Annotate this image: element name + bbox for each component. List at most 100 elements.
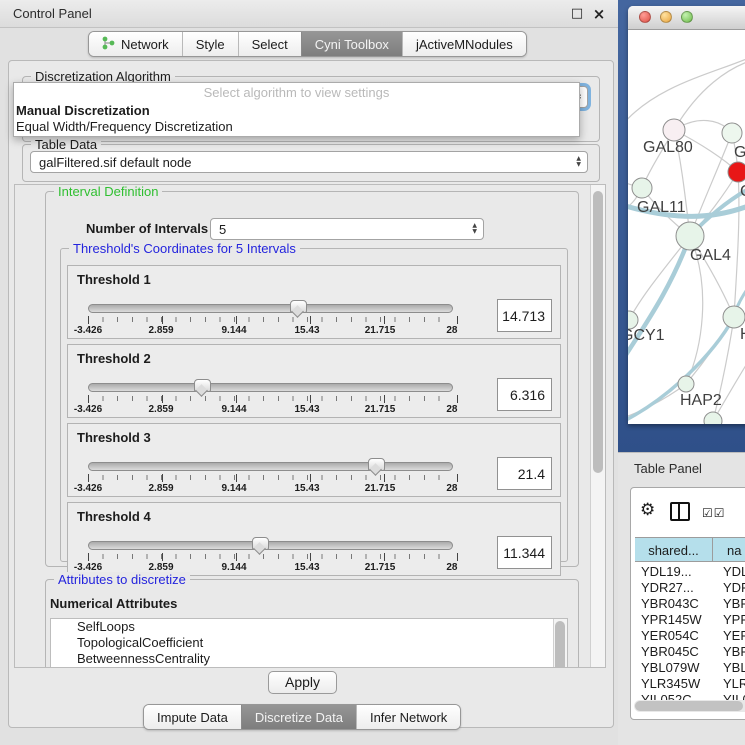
close-icon[interactable]: × [592,7,606,21]
slider-track[interactable] [88,541,453,550]
threshold-2-panel: Threshold 2 -3.426 2.859 9.144 [67,344,561,418]
table-data-combobox[interactable]: galFiltered.sif default node ▲▼ [30,151,588,173]
cell[interactable]: YDL19... [641,564,713,580]
node-bottom[interactable] [704,412,722,424]
table-row[interactable]: YDL19... YDL1 [635,564,745,580]
tab-impute-data[interactable]: Impute Data [144,705,241,729]
network-canvas[interactable]: GAL80 G. C GAL11 GAL4 GCY1 H HAP2 [628,29,745,424]
list-item[interactable]: TopologicalCoefficient [51,635,567,651]
table-row[interactable]: YLR345W YLR3 [635,676,745,692]
node-selected-red[interactable] [728,162,745,182]
slider-thumb[interactable] [252,537,269,550]
major-tick [384,395,385,403]
node-label-gal4: GAL4 [690,247,731,264]
algorithm-dropdown-popup: Select algorithm to view settings Manual… [13,82,580,137]
columns-icon[interactable] [670,502,690,521]
tab-jactivemnodules[interactable]: jActiveMNodules [402,32,526,56]
threshold-1-value-field[interactable]: 14.713 [497,299,552,332]
cell[interactable]: YBL0 [723,660,745,676]
tab-style[interactable]: Style [182,32,238,56]
list-item[interactable]: SelfLoops [51,619,567,635]
tick-label: 2.859 [148,325,173,336]
tick-label: 15.43 [294,325,319,336]
threshold-3-slider[interactable]: -3.426 2.859 9.144 15.43 21.715 28 [88,456,458,494]
table-row[interactable]: YBR045C YBR0 [635,644,745,660]
minimize-traffic-light-icon[interactable] [660,11,672,23]
major-tick [162,474,163,482]
attributes-group: Attributes to discretize Numerical Attri… [45,579,579,668]
threshold-3-value-field[interactable]: 21.4 [497,457,552,490]
slider-track[interactable] [88,462,453,471]
threshold-1-slider[interactable]: -3.426 2.859 9.144 15.43 21.715 28 [88,298,458,336]
column-header-name[interactable]: na [713,537,745,562]
cell[interactable]: YDR27... [641,580,713,596]
node-h-clipped[interactable] [723,306,745,328]
number-of-intervals-value: 5 [219,222,226,237]
cell[interactable]: YBR045C [641,644,713,660]
slider-ticks [88,475,453,480]
option-equal-width-frequency[interactable]: Equal Width/Frequency Discretization [16,119,233,134]
float-window-icon[interactable]: □ [570,7,584,21]
zoom-traffic-light-icon[interactable] [681,11,693,23]
select-columns-checkboxes-icon[interactable]: ☑☑ [702,504,726,522]
slider-track[interactable] [88,383,453,392]
slider-thumb[interactable] [290,300,307,313]
table-row[interactable]: YDR27... YDR2 [635,580,745,596]
node-hap2[interactable] [678,376,694,392]
tab-cyni-toolbox-label: Cyni Toolbox [315,37,389,52]
table-row[interactable]: YBL079W YBL0 [635,660,745,676]
cell[interactable]: YPR1 [723,612,745,628]
list-item[interactable]: BetweennessCentrality [51,651,567,667]
node-gal80[interactable] [663,119,685,141]
cell[interactable]: YPR145W [641,612,713,628]
threshold-4-slider[interactable]: -3.426 2.859 9.144 15.43 21.715 28 [88,535,458,573]
table-row[interactable]: YBR043C YBR0 [635,596,745,612]
network-window-titlebar[interactable] [628,6,745,30]
cell[interactable]: YLR3 [723,676,745,692]
algorithm-hint: Select algorithm to view settings [14,85,579,100]
table-panel: ⚙ ☑☑ shared... na YDL19...YDL1 YDR27...Y… [630,487,745,720]
cell[interactable]: YBR0 [723,596,745,612]
gear-icon[interactable]: ⚙ [640,501,655,519]
cell[interactable]: YDR2 [723,580,745,596]
list-scrollbar-thumb[interactable] [555,621,565,668]
stepper-icon: ▲▼ [576,152,581,172]
settings-scrollbar[interactable] [590,185,605,667]
settings-scrollbar-thumb[interactable] [593,191,603,473]
number-of-intervals-combobox[interactable]: 5 ▲▼ [210,218,484,240]
major-tick [310,395,311,403]
threshold-4-value-field[interactable]: 11.344 [497,536,552,569]
cell[interactable]: YBR0 [723,644,745,660]
cell[interactable]: YLR345W [641,676,713,692]
threshold-2-value-field[interactable]: 6.316 [497,378,552,411]
tab-cyni-toolbox[interactable]: Cyni Toolbox [301,32,402,56]
cell[interactable]: YBL079W [641,660,713,676]
screen: Control Panel □ × Network Style Select C… [0,0,745,745]
tab-network[interactable]: Network [89,32,182,56]
close-traffic-light-icon[interactable] [639,11,651,23]
threshold-2-slider[interactable]: -3.426 2.859 9.144 15.43 21.715 28 [88,377,458,415]
cell[interactable]: YDL1 [723,564,745,580]
node-gal4[interactable] [676,222,704,250]
cell[interactable]: YER054C [641,628,713,644]
table-horizontal-scrollbar[interactable] [634,700,745,712]
tab-discretize-data[interactable]: Discretize Data [241,705,356,729]
table-row[interactable]: YPR145W YPR1 [635,612,745,628]
slider-track[interactable] [88,304,453,313]
node-gal11[interactable] [632,178,652,198]
tab-select[interactable]: Select [238,32,301,56]
numerical-attributes-list[interactable]: SelfLoops TopologicalCoefficient Between… [50,618,568,668]
slider-thumb[interactable] [368,458,385,471]
option-manual-discretization[interactable]: Manual Discretization [16,103,150,118]
tick-label: 9.144 [221,325,246,336]
cell[interactable]: YER0 [723,628,745,644]
list-scrollbar[interactable] [553,619,567,668]
column-header-shared-name[interactable]: shared... [635,537,713,562]
table-row[interactable]: YER054C YER0 [635,628,745,644]
slider-thumb[interactable] [194,379,211,392]
cell[interactable]: YBR043C [641,596,713,612]
node-g-clipped[interactable] [722,123,742,143]
table-horizontal-scrollbar-thumb[interactable] [635,701,743,711]
tab-infer-network[interactable]: Infer Network [356,705,460,729]
apply-button[interactable]: Apply [268,671,337,694]
